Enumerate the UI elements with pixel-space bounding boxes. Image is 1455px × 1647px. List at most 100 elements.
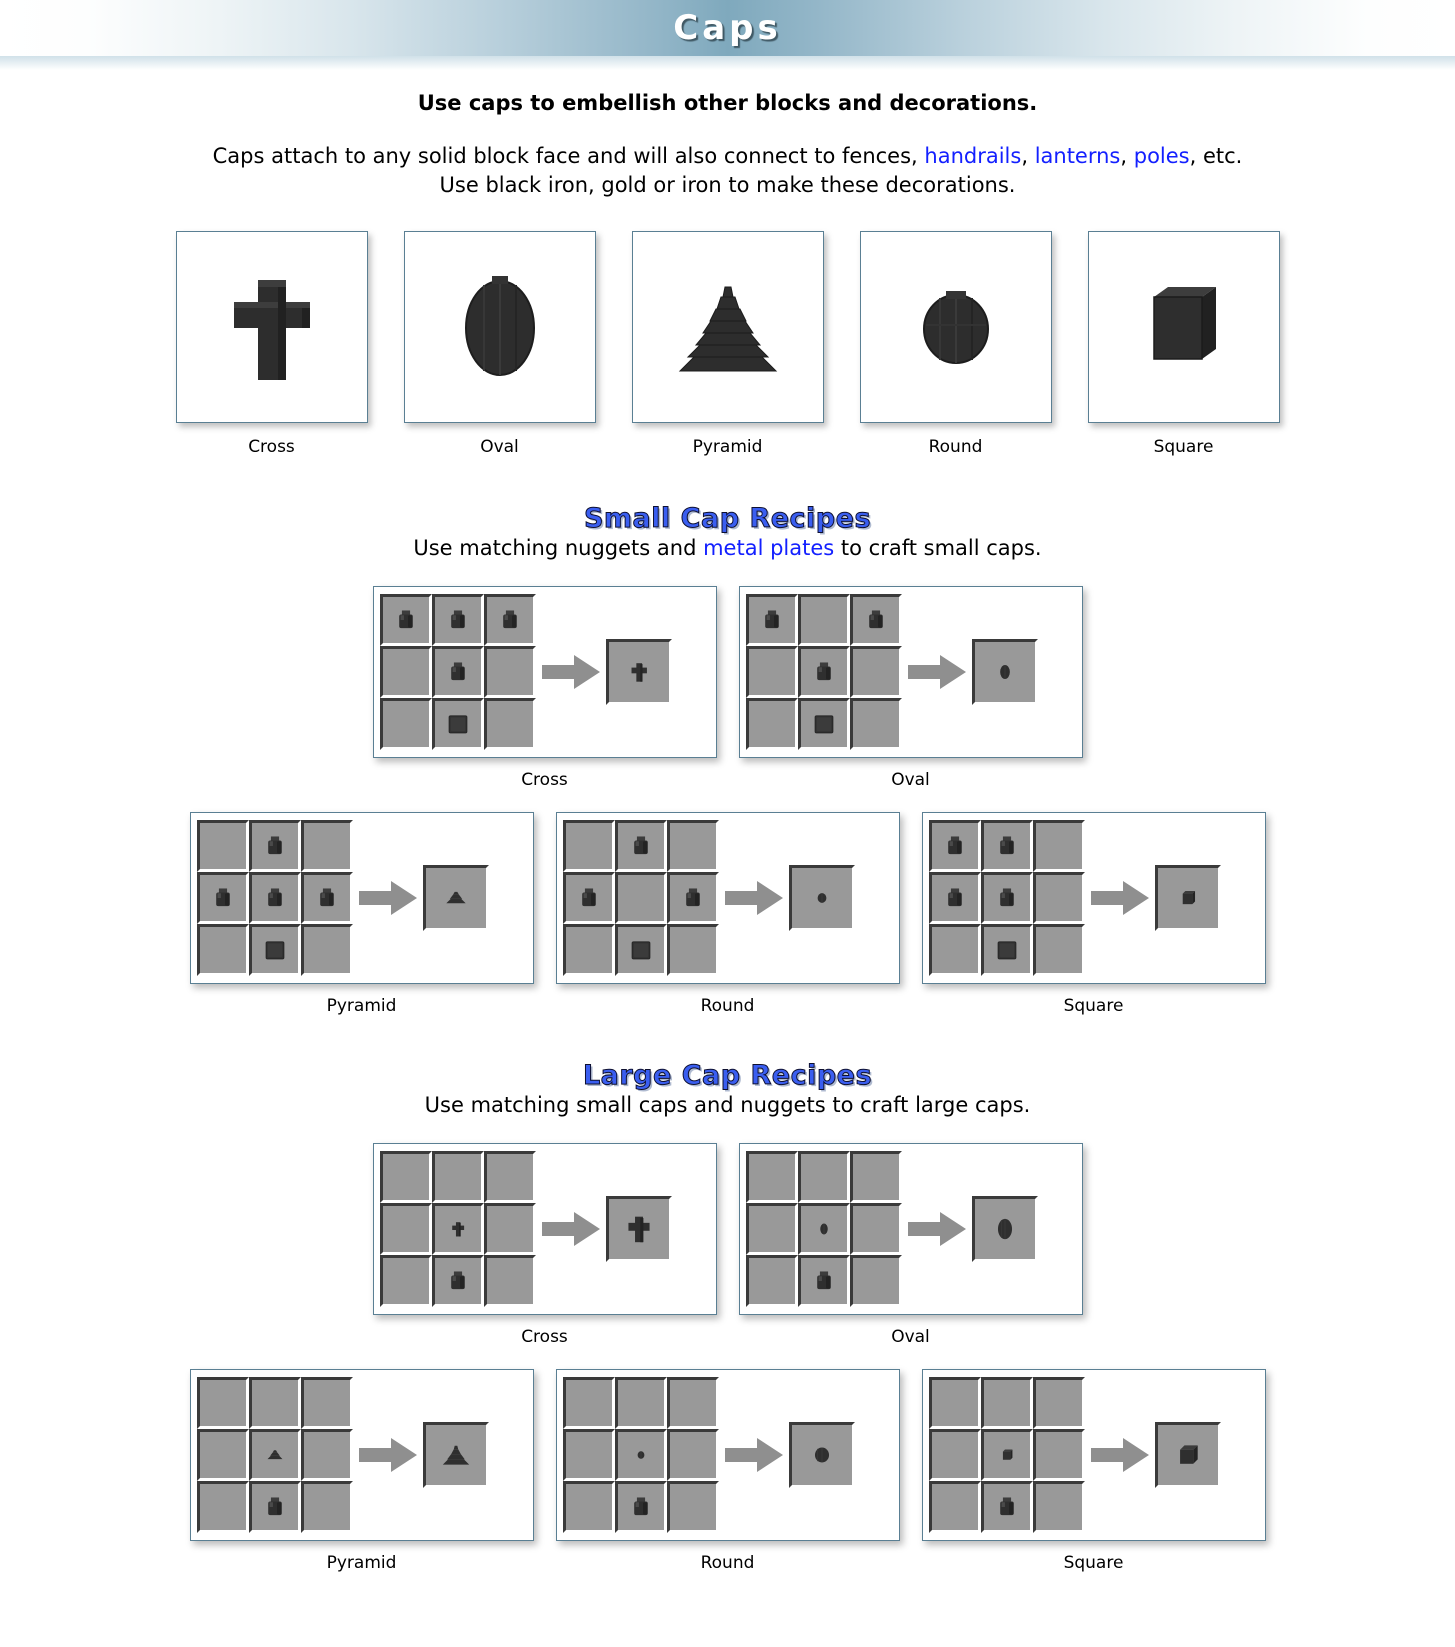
crafting-slot[interactable] bbox=[483, 1254, 536, 1307]
result-slot[interactable] bbox=[971, 1195, 1038, 1262]
crafting-slot[interactable] bbox=[614, 1428, 667, 1481]
crafting-slot[interactable] bbox=[797, 1254, 850, 1307]
crafting-slot[interactable] bbox=[797, 1202, 850, 1255]
crafting-grid[interactable] bbox=[928, 819, 1085, 976]
cap-preview-tile[interactable] bbox=[1087, 230, 1280, 423]
crafting-slot[interactable] bbox=[928, 871, 981, 924]
crafting-slot[interactable] bbox=[980, 1480, 1033, 1533]
crafting-slot[interactable] bbox=[849, 1254, 902, 1307]
crafting-slot[interactable] bbox=[797, 697, 850, 750]
crafting-slot[interactable] bbox=[483, 1202, 536, 1255]
crafting-slot[interactable] bbox=[431, 1150, 484, 1203]
link-metal-plates[interactable]: metal plates bbox=[703, 536, 834, 560]
crafting-slot[interactable] bbox=[196, 1376, 249, 1429]
crafting-slot[interactable] bbox=[666, 1376, 719, 1429]
crafting-slot[interactable] bbox=[431, 645, 484, 698]
crafting-slot[interactable] bbox=[666, 1480, 719, 1533]
crafting-slot[interactable] bbox=[300, 1428, 353, 1481]
recipe-panel[interactable] bbox=[738, 1142, 1083, 1315]
crafting-slot[interactable] bbox=[980, 923, 1033, 976]
crafting-slot[interactable] bbox=[614, 871, 667, 924]
crafting-slot[interactable] bbox=[1032, 819, 1085, 872]
crafting-slot[interactable] bbox=[379, 1150, 432, 1203]
crafting-grid[interactable] bbox=[379, 1150, 536, 1307]
crafting-slot[interactable] bbox=[614, 1480, 667, 1533]
recipe-panel[interactable] bbox=[555, 1368, 900, 1541]
crafting-slot[interactable] bbox=[431, 697, 484, 750]
crafting-slot[interactable] bbox=[928, 923, 981, 976]
crafting-slot[interactable] bbox=[248, 1428, 301, 1481]
crafting-grid[interactable] bbox=[745, 593, 902, 750]
crafting-slot[interactable] bbox=[849, 593, 902, 646]
crafting-grid[interactable] bbox=[928, 1376, 1085, 1533]
crafting-slot[interactable] bbox=[379, 645, 432, 698]
crafting-slot[interactable] bbox=[1032, 1428, 1085, 1481]
crafting-slot[interactable] bbox=[300, 819, 353, 872]
crafting-slot[interactable] bbox=[849, 1150, 902, 1203]
recipe-panel[interactable] bbox=[189, 811, 534, 984]
link-lanterns[interactable]: lanterns bbox=[1035, 144, 1121, 168]
crafting-slot[interactable] bbox=[666, 819, 719, 872]
crafting-slot[interactable] bbox=[745, 1202, 798, 1255]
result-slot[interactable] bbox=[605, 638, 672, 705]
crafting-slot[interactable] bbox=[849, 645, 902, 698]
crafting-slot[interactable] bbox=[666, 871, 719, 924]
result-slot[interactable] bbox=[605, 1195, 672, 1262]
crafting-slot[interactable] bbox=[196, 1428, 249, 1481]
crafting-slot[interactable] bbox=[248, 923, 301, 976]
crafting-grid[interactable] bbox=[196, 1376, 353, 1533]
recipe-panel[interactable] bbox=[921, 1368, 1266, 1541]
crafting-slot[interactable] bbox=[196, 871, 249, 924]
crafting-slot[interactable] bbox=[562, 819, 615, 872]
recipe-panel[interactable] bbox=[555, 811, 900, 984]
crafting-slot[interactable] bbox=[562, 1376, 615, 1429]
crafting-slot[interactable] bbox=[614, 819, 667, 872]
crafting-slot[interactable] bbox=[849, 697, 902, 750]
crafting-slot[interactable] bbox=[614, 923, 667, 976]
crafting-slot[interactable] bbox=[196, 923, 249, 976]
crafting-slot[interactable] bbox=[483, 645, 536, 698]
crafting-slot[interactable] bbox=[666, 1428, 719, 1481]
crafting-slot[interactable] bbox=[614, 1376, 667, 1429]
crafting-slot[interactable] bbox=[1032, 923, 1085, 976]
crafting-slot[interactable] bbox=[1032, 871, 1085, 924]
crafting-slot[interactable] bbox=[928, 819, 981, 872]
result-slot[interactable] bbox=[422, 1421, 489, 1488]
result-slot[interactable] bbox=[1154, 864, 1221, 931]
crafting-slot[interactable] bbox=[1032, 1480, 1085, 1533]
crafting-slot[interactable] bbox=[980, 871, 1033, 924]
result-slot[interactable] bbox=[788, 1421, 855, 1488]
cap-preview-tile[interactable] bbox=[175, 230, 368, 423]
result-slot[interactable] bbox=[1154, 1421, 1221, 1488]
crafting-slot[interactable] bbox=[980, 1428, 1033, 1481]
crafting-grid[interactable] bbox=[562, 1376, 719, 1533]
crafting-slot[interactable] bbox=[745, 1254, 798, 1307]
crafting-slot[interactable] bbox=[928, 1428, 981, 1481]
crafting-slot[interactable] bbox=[379, 697, 432, 750]
crafting-slot[interactable] bbox=[248, 1480, 301, 1533]
result-slot[interactable] bbox=[422, 864, 489, 931]
crafting-slot[interactable] bbox=[562, 1480, 615, 1533]
cap-preview-tile[interactable] bbox=[631, 230, 824, 423]
crafting-slot[interactable] bbox=[483, 593, 536, 646]
crafting-slot[interactable] bbox=[431, 1202, 484, 1255]
crafting-slot[interactable] bbox=[980, 1376, 1033, 1429]
recipe-panel[interactable] bbox=[921, 811, 1266, 984]
crafting-slot[interactable] bbox=[745, 593, 798, 646]
crafting-slot[interactable] bbox=[745, 645, 798, 698]
crafting-slot[interactable] bbox=[483, 1150, 536, 1203]
result-slot[interactable] bbox=[971, 638, 1038, 705]
crafting-slot[interactable] bbox=[797, 1150, 850, 1203]
crafting-slot[interactable] bbox=[980, 819, 1033, 872]
crafting-slot[interactable] bbox=[300, 1480, 353, 1533]
recipe-panel[interactable] bbox=[189, 1368, 534, 1541]
link-poles[interactable]: poles bbox=[1134, 144, 1190, 168]
crafting-slot[interactable] bbox=[666, 923, 719, 976]
crafting-grid[interactable] bbox=[562, 819, 719, 976]
crafting-slot[interactable] bbox=[431, 593, 484, 646]
crafting-slot[interactable] bbox=[562, 871, 615, 924]
result-slot[interactable] bbox=[788, 864, 855, 931]
crafting-slot[interactable] bbox=[248, 819, 301, 872]
crafting-slot[interactable] bbox=[797, 645, 850, 698]
crafting-grid[interactable] bbox=[379, 593, 536, 750]
